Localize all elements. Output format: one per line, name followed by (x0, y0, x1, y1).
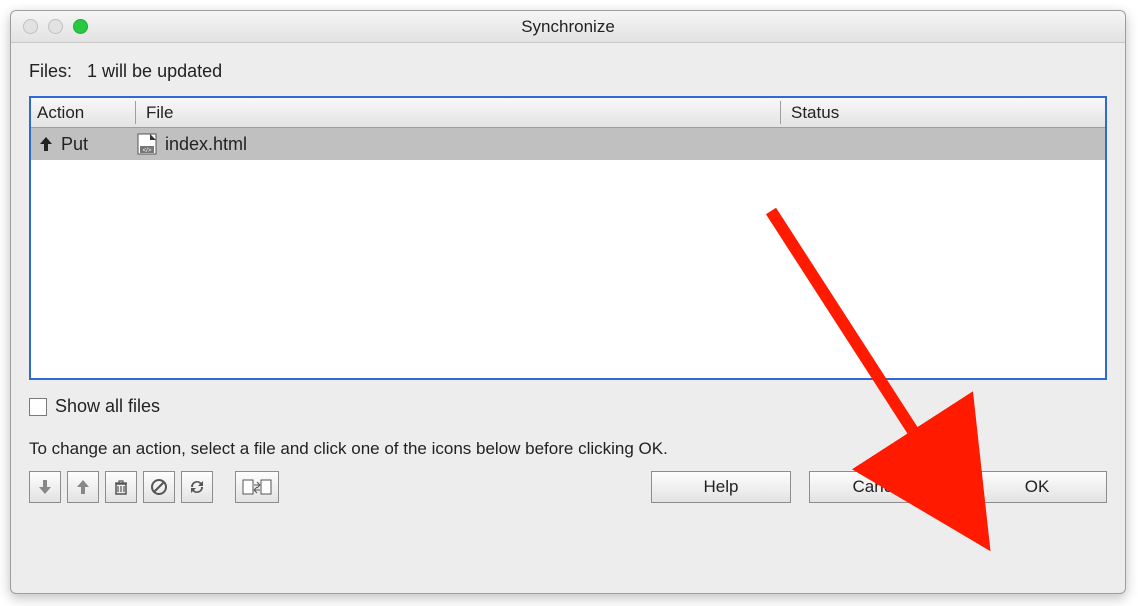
traffic-lights (11, 19, 88, 34)
bottom-bar: Help Cancel OK (29, 471, 1107, 503)
files-summary-prefix: Files: (29, 61, 72, 81)
files-summary: Files: 1 will be updated (29, 61, 1107, 82)
trash-icon (112, 478, 130, 496)
ignore-button[interactable] (143, 471, 175, 503)
file-list-header: Action File Status (31, 98, 1105, 128)
svg-text:</>: </> (143, 148, 152, 154)
row-action-cell: Put (31, 134, 131, 155)
close-window-icon[interactable] (23, 19, 38, 34)
synchronize-button[interactable] (181, 471, 213, 503)
titlebar: Synchronize (11, 11, 1125, 43)
file-list-rows: Put </> index.html (31, 128, 1105, 378)
no-entry-icon (150, 478, 168, 496)
column-separator (780, 101, 781, 124)
column-header-status[interactable]: Status (785, 103, 1105, 123)
minimize-window-icon[interactable] (48, 19, 63, 34)
show-all-files-checkbox[interactable] (29, 398, 47, 416)
delete-button[interactable] (105, 471, 137, 503)
files-summary-text: 1 will be updated (87, 61, 222, 81)
compare-files-icon (242, 477, 272, 497)
instruction-text: To change an action, select a file and c… (29, 439, 1107, 459)
help-button[interactable]: Help (651, 471, 791, 503)
show-all-files-row: Show all files (29, 396, 1107, 417)
ok-button[interactable]: OK (967, 471, 1107, 503)
arrow-down-icon (36, 478, 54, 496)
dialog-body: Files: 1 will be updated Action File Sta… (11, 43, 1125, 515)
synchronize-dialog: Synchronize Files: 1 will be updated Act… (10, 10, 1126, 594)
row-action-label: Put (61, 134, 88, 155)
column-header-action[interactable]: Action (31, 103, 131, 123)
table-row[interactable]: Put </> index.html (31, 128, 1105, 160)
put-arrow-icon (37, 135, 55, 153)
cancel-button[interactable]: Cancel (809, 471, 949, 503)
column-separator (135, 101, 136, 124)
file-list[interactable]: Action File Status Put (29, 96, 1107, 380)
arrow-up-icon (74, 478, 92, 496)
dialog-buttons: Help Cancel OK (651, 471, 1107, 503)
put-button[interactable] (67, 471, 99, 503)
column-header-file[interactable]: File (140, 103, 776, 123)
html-file-icon: </> (137, 133, 157, 155)
show-all-files-label: Show all files (55, 396, 160, 417)
get-button[interactable] (29, 471, 61, 503)
maximize-window-icon[interactable] (73, 19, 88, 34)
compare-button[interactable] (235, 471, 279, 503)
row-file-name: index.html (165, 134, 247, 155)
row-file-cell: </> index.html (131, 133, 785, 155)
refresh-icon (188, 478, 206, 496)
window-title: Synchronize (11, 17, 1125, 37)
